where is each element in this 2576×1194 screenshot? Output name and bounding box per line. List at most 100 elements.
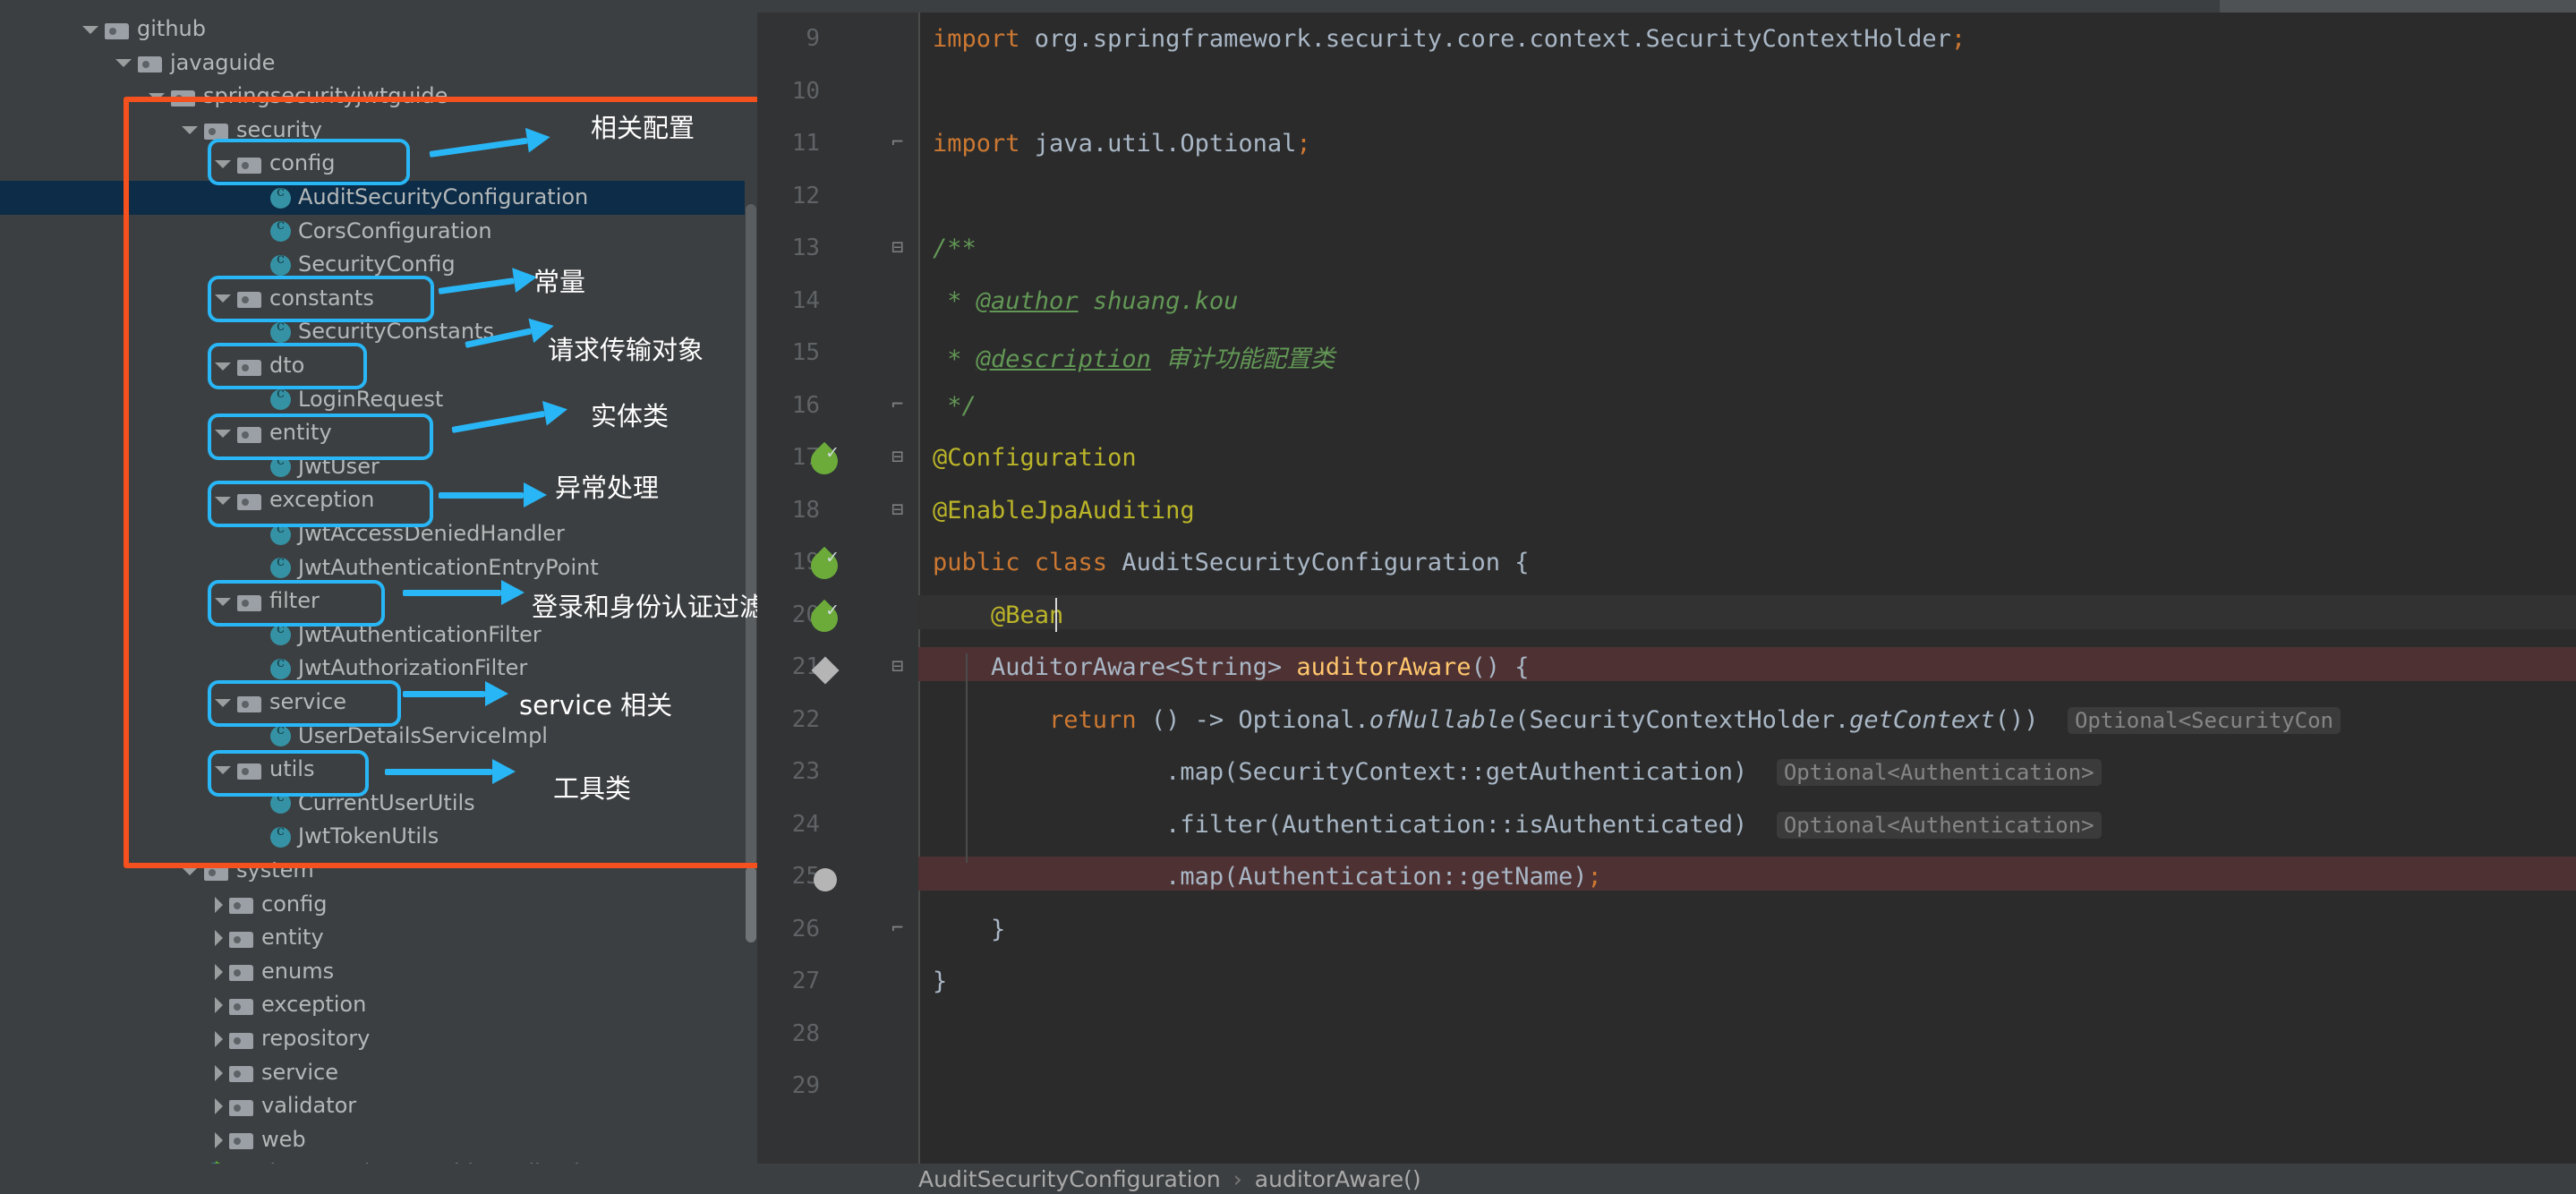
tree-item-auditsecurityconfiguration[interactable]: AuditSecurityConfiguration <box>0 181 756 215</box>
folder-icon <box>229 929 253 948</box>
chevron-right-icon[interactable] <box>215 997 223 1013</box>
tree-item-validator[interactable]: validator <box>0 1089 756 1123</box>
code-line[interactable]: import java.util.Optional; <box>933 130 1311 158</box>
project-tree-scrollbar-thumb[interactable] <box>746 204 756 866</box>
code-line[interactable]: .map(SecurityContext::getAuthentication)… <box>933 758 2102 786</box>
tree-item-enums[interactable]: enums <box>0 955 756 989</box>
chevron-down-icon[interactable] <box>215 362 231 371</box>
chevron-right-icon[interactable] <box>215 1031 223 1047</box>
code-editor[interactable]: 9101112131415161718192021222324252627282… <box>757 13 2576 1164</box>
code-line[interactable]: return () -> Optional.ofNullable(Securit… <box>933 706 2341 734</box>
breadcrumb-class[interactable]: AuditSecurityConfiguration <box>918 1166 1221 1192</box>
tree-item-github[interactable]: github <box>0 13 756 47</box>
code-folding-marker[interactable]: ⊟ <box>891 446 903 468</box>
tree-item-exception[interactable]: exception <box>0 988 756 1022</box>
code-line[interactable]: /** <box>933 235 977 262</box>
tree-item-service[interactable]: service <box>0 1056 756 1090</box>
chevron-right-icon[interactable] <box>215 930 223 946</box>
tree-item-config[interactable]: config <box>0 888 756 922</box>
code-folding-marker[interactable]: ⊟ <box>891 655 903 678</box>
breadcrumb-separator-icon: › <box>1221 1166 1255 1192</box>
class-icon <box>270 625 291 645</box>
folder-icon <box>237 491 261 510</box>
code-folding-marker[interactable]: ⌐ <box>891 132 903 154</box>
chevron-right-icon[interactable] <box>215 1132 223 1148</box>
chevron-down-icon[interactable] <box>215 430 231 438</box>
tree-item-jwtaccessdeniedhandler[interactable]: JwtAccessDeniedHandler <box>0 517 756 551</box>
gutter-circle-marker-icon[interactable] <box>814 868 837 891</box>
tree-item-jwttokenutils[interactable]: JwtTokenUtils <box>0 820 756 854</box>
annotation-label: 请求传输对象 <box>548 329 704 367</box>
folder-icon <box>229 996 253 1015</box>
code-line[interactable]: AuditorAware<String> auditorAware() { <box>933 653 1530 681</box>
check-mark-icon: ✓ <box>825 445 840 462</box>
chevron-right-icon[interactable] <box>215 1098 223 1114</box>
tree-item-userdetailsserviceimpl[interactable]: UserDetailsServiceImpl <box>0 720 756 754</box>
tree-item-entity[interactable]: entity <box>0 921 756 955</box>
code-token: @description <box>977 345 1151 373</box>
chevron-down-icon[interactable] <box>215 294 231 303</box>
spring-bean-gutter-icon[interactable]: ✓ <box>811 448 838 474</box>
code-line[interactable]: .filter(Authentication::isAuthenticated)… <box>933 811 2102 839</box>
tree-item-label: entity <box>261 925 324 950</box>
tree-item-jwtauthorizationfilter[interactable]: JwtAuthorizationFilter <box>0 652 756 686</box>
code-line[interactable]: @Bean <box>933 601 1063 629</box>
chevron-down-icon[interactable] <box>215 160 231 168</box>
tree-item-constants[interactable]: constants <box>0 282 756 316</box>
spring-bean-gutter-icon[interactable]: ✓ <box>811 552 838 579</box>
code-line[interactable]: * @author shuang.kou <box>933 287 1238 315</box>
inlay-type-hint: Optional<Authentication> <box>1777 759 2102 786</box>
tree-item-label: utils <box>269 756 314 781</box>
chevron-down-icon[interactable] <box>215 766 231 774</box>
code-token: public class <box>933 549 1122 576</box>
tree-item-javaguide[interactable]: javaguide <box>0 47 756 81</box>
editor-gutter[interactable]: 9101112131415161718192021222324252627282… <box>757 13 918 1164</box>
code-line[interactable]: * @description 审计功能配置类 <box>933 339 1335 374</box>
breadcrumb[interactable]: AuditSecurityConfiguration›auditorAware(… <box>918 1166 1421 1192</box>
tree-item-label: AuditSecurityConfiguration <box>298 184 588 209</box>
tree-item-utils[interactable]: utils <box>0 753 756 787</box>
code-folding-marker[interactable]: ⌐ <box>891 917 903 940</box>
chevron-down-icon[interactable] <box>215 699 231 707</box>
tree-item-config[interactable]: config <box>0 147 756 181</box>
indent-guide <box>966 653 968 863</box>
code-line[interactable]: } <box>933 968 947 995</box>
code-line[interactable]: import org.springframework.security.core… <box>933 25 1966 53</box>
chevron-down-icon[interactable] <box>182 867 198 875</box>
project-tree-scrollbar-thumb-secondary[interactable] <box>746 866 756 942</box>
folder-icon <box>237 155 261 174</box>
tree-item-label: exception <box>269 488 374 513</box>
chevron-down-icon[interactable] <box>82 26 98 34</box>
code-folding-marker[interactable]: ⊟ <box>891 236 903 259</box>
tree-item-jwtauthenticationentrypoint[interactable]: JwtAuthenticationEntryPoint <box>0 551 756 585</box>
tree-item-currentuserutils[interactable]: CurrentUserUtils <box>0 787 756 821</box>
sidebar-bottom-filler <box>0 1164 757 1194</box>
tree-item-repository[interactable]: repository <box>0 1022 756 1056</box>
chevron-down-icon[interactable] <box>215 598 231 606</box>
code-line[interactable]: } <box>933 916 1005 943</box>
code-token: (SecurityContextHolder. <box>1514 706 1849 734</box>
code-folding-marker[interactable]: ⊟ <box>891 499 903 521</box>
breadcrumb-member[interactable]: auditorAware() <box>1255 1166 1421 1192</box>
chevron-right-icon[interactable] <box>215 964 223 980</box>
chevron-right-icon[interactable] <box>215 1065 223 1081</box>
code-line[interactable]: */ <box>933 392 977 420</box>
code-line[interactable]: public class AuditSecurityConfiguration … <box>933 549 1529 576</box>
folder-icon <box>237 424 261 443</box>
chevron-down-icon[interactable] <box>215 497 231 505</box>
spring-bean-gutter-icon[interactable]: ✓ <box>811 605 838 632</box>
tree-item-corsconfiguration[interactable]: CorsConfiguration <box>0 215 756 249</box>
chevron-right-icon[interactable] <box>215 897 223 913</box>
breadcrumb-bar[interactable]: AuditSecurityConfiguration›auditorAware(… <box>757 1164 2576 1194</box>
line-number: 23 <box>792 758 820 785</box>
chevron-down-icon[interactable] <box>182 126 198 134</box>
code-folding-marker[interactable]: ⌐ <box>891 394 903 416</box>
code-line[interactable]: .map(Authentication::getName); <box>933 863 1602 891</box>
chevron-down-icon[interactable] <box>115 59 132 67</box>
tree-item-web[interactable]: web <box>0 1123 756 1157</box>
chevron-down-icon[interactable] <box>149 93 165 101</box>
code-line[interactable]: @Configuration <box>933 444 1137 472</box>
code-line[interactable]: @EnableJpaAuditing <box>933 497 1195 525</box>
tree-item-securityconfig[interactable]: SecurityConfig <box>0 248 756 282</box>
tree-item-system[interactable]: system <box>0 854 756 888</box>
